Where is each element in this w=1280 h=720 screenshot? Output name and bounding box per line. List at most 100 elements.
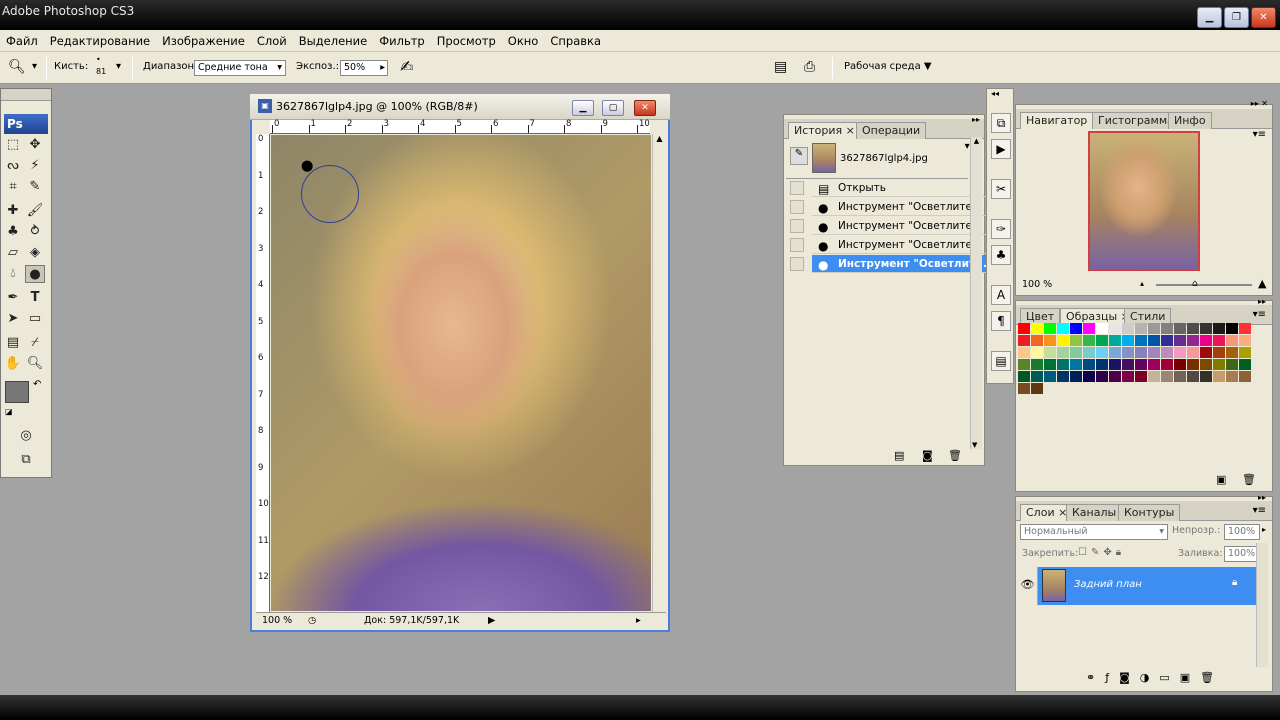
swatch[interactable] <box>1161 359 1173 370</box>
menu-item[interactable]: Редактирование <box>44 34 156 48</box>
history-item[interactable]: ● Инструмент "Осветлите... <box>812 198 992 216</box>
scroll-up-icon[interactable]: ▲ <box>653 134 666 143</box>
history-item[interactable]: ▤ Открыть <box>812 179 992 197</box>
collapse-icon[interactable]: ▸▸ <box>1258 297 1266 306</box>
rectangle-tool-icon[interactable]: ▭ <box>25 310 45 328</box>
scroll-right-icon[interactable]: ▸ <box>636 613 641 628</box>
eye-icon[interactable]: 👁︎ <box>1018 567 1038 605</box>
swatch[interactable] <box>1018 359 1030 370</box>
swatch[interactable] <box>1096 323 1108 334</box>
swatch[interactable] <box>1213 359 1225 370</box>
swatch[interactable] <box>1031 383 1043 394</box>
history-state-checkbox[interactable] <box>790 181 804 195</box>
history-item[interactable]: ● Инструмент "Осветлите... <box>812 217 992 235</box>
airbrush-icon[interactable]: ✍ <box>400 52 413 84</box>
collapse-icon[interactable]: ▸▸ <box>1258 493 1266 502</box>
menu-item[interactable]: Слой <box>251 34 293 48</box>
lock-icons[interactable]: ☐✎✥🔒︎ <box>1078 547 1125 558</box>
swatch[interactable] <box>1239 359 1251 370</box>
swatch[interactable] <box>1044 347 1056 358</box>
tab-info[interactable]: Инфо <box>1168 112 1212 129</box>
history-item[interactable]: ● Инструмент "Осветлит... <box>812 255 992 273</box>
tab-paths[interactable]: Контуры <box>1118 504 1181 521</box>
marquee-tool-icon[interactable]: ⬚ <box>3 136 23 154</box>
swatch[interactable] <box>1109 359 1121 370</box>
dock-character-icon[interactable]: A <box>991 285 1011 305</box>
doc-maximize-button[interactable]: ▢ <box>602 100 624 116</box>
status-menu-arrow-icon[interactable]: ▶ <box>488 613 495 628</box>
move-tool-icon[interactable]: ✥ <box>25 136 45 154</box>
history-state-checkbox[interactable] <box>790 257 804 271</box>
snapshot-thumbnail[interactable] <box>812 143 836 173</box>
brush-preview-icon[interactable]: • 81 <box>96 54 106 86</box>
stepper-arrow-icon[interactable]: ▸ <box>380 61 385 75</box>
quick-mask-icon[interactable]: ◎ <box>13 427 39 445</box>
opacity-arrow-icon[interactable]: ▸ <box>1262 525 1266 534</box>
swatch[interactable] <box>1057 359 1069 370</box>
navigator-zoom[interactable]: 100 % <box>1022 279 1052 290</box>
minimize-button[interactable]: ▁ <box>1197 7 1222 28</box>
new-swatch-icon[interactable]: ▣ <box>1216 473 1226 486</box>
close-button[interactable]: ✕ <box>1251 7 1276 28</box>
swatch[interactable] <box>1018 347 1030 358</box>
swatch[interactable] <box>1122 323 1134 334</box>
swatch[interactable] <box>1174 335 1186 346</box>
snapshot-source-icon[interactable]: ✎ <box>790 147 808 165</box>
swatch[interactable] <box>1057 335 1069 346</box>
slice-tool-icon[interactable]: ✎ <box>25 178 45 196</box>
swatch[interactable] <box>1044 323 1056 334</box>
history-brush-icon[interactable]: ⥁ <box>25 223 45 241</box>
swatch[interactable] <box>1083 359 1095 370</box>
swatch[interactable] <box>1070 371 1082 382</box>
bridge-icon[interactable]: ⎙ <box>804 52 815 84</box>
zoom-slider[interactable] <box>1156 284 1252 286</box>
brush-tool-icon[interactable]: 🖌︎ <box>25 202 45 220</box>
swatch[interactable] <box>1044 359 1056 370</box>
menu-item[interactable]: Фильтр <box>373 34 431 48</box>
history-state-checkbox[interactable] <box>790 238 804 252</box>
tool-preset-arrow-icon[interactable]: ▾ <box>32 52 37 84</box>
swatch[interactable] <box>1187 347 1199 358</box>
screen-mode-icon[interactable]: ⧉ <box>13 451 39 469</box>
zoom-tool-icon[interactable]: 🔍︎ <box>25 355 45 373</box>
swatch[interactable] <box>1070 335 1082 346</box>
swatch[interactable] <box>1148 335 1160 346</box>
swatch[interactable] <box>1226 323 1238 334</box>
toolbox-grip[interactable] <box>1 89 51 101</box>
swatch[interactable] <box>1174 371 1186 382</box>
lasso-tool-icon[interactable]: ᔓ <box>3 157 23 175</box>
zoom-out-icon[interactable]: ▴ <box>1140 279 1144 288</box>
dock-layercomps-icon[interactable]: ▤ <box>991 351 1011 371</box>
dock-paragraph-icon[interactable]: ¶ <box>991 311 1011 331</box>
swatch[interactable] <box>1187 359 1199 370</box>
swatch[interactable] <box>1083 335 1095 346</box>
swatch[interactable] <box>1239 347 1251 358</box>
swatch[interactable] <box>1135 335 1147 346</box>
status-icon[interactable]: ◷ <box>308 613 316 628</box>
swatch[interactable] <box>1044 371 1056 382</box>
history-scrollbar[interactable]: ▲ ▼ <box>970 137 982 449</box>
swatch[interactable] <box>1174 347 1186 358</box>
exposure-field[interactable]: 50% ▸ <box>340 60 388 76</box>
swatch[interactable] <box>1226 347 1238 358</box>
swatch[interactable] <box>1031 371 1043 382</box>
swatch[interactable] <box>1161 347 1173 358</box>
swatch[interactable] <box>1213 323 1225 334</box>
swatch[interactable] <box>1096 371 1108 382</box>
swatch[interactable] <box>1109 323 1121 334</box>
swatch[interactable] <box>1083 323 1095 334</box>
file-browser-icon[interactable]: ▤ <box>774 52 787 84</box>
dock-tools-icon[interactable]: ✂ <box>991 179 1011 199</box>
collapse-icon[interactable]: ▸▸ <box>972 115 980 124</box>
eyedropper-icon[interactable]: ⌿ <box>25 334 45 352</box>
blur-tool-icon[interactable]: 💧︎ <box>3 265 23 283</box>
swatch[interactable] <box>1096 347 1108 358</box>
fill-field[interactable]: 100% <box>1224 546 1260 562</box>
default-colors-icon[interactable]: ◪ <box>5 407 13 416</box>
swatch[interactable] <box>1109 371 1121 382</box>
swatch[interactable] <box>1213 371 1225 382</box>
range-select[interactable]: Средние тона ▾ <box>194 60 286 76</box>
swatch[interactable] <box>1122 335 1134 346</box>
swatch[interactable] <box>1031 347 1043 358</box>
menu-item[interactable]: Выделение <box>293 34 374 48</box>
